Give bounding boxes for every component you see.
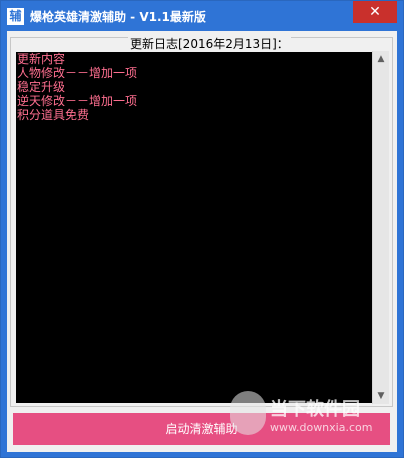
close-icon: ✕ xyxy=(369,4,381,20)
close-button[interactable]: ✕ xyxy=(353,1,397,23)
changelog-line: 人物修改－－增加一项 xyxy=(17,66,138,80)
changelog-line: 更新内容 xyxy=(17,52,66,66)
changelog-line: 积分道具免费 xyxy=(17,108,90,122)
changelog-line: 逆天修改－－增加一项 xyxy=(17,94,138,108)
title-bar[interactable]: 辅 爆枪英雄清激辅助 - V1.1最新版 ✕ xyxy=(1,1,403,31)
scroll-up-icon[interactable]: ▲ xyxy=(373,51,389,67)
app-window: 辅 爆枪英雄清激辅助 - V1.1最新版 ✕ 更新日志[2016年2月13日]：… xyxy=(0,0,404,458)
client-area: 更新日志[2016年2月13日]： 更新内容 人物修改－－增加一项 稳定升级 逆… xyxy=(7,31,397,452)
app-icon: 辅 xyxy=(7,8,24,25)
changelog-textarea[interactable]: 更新内容 人物修改－－增加一项 稳定升级 逆天修改－－增加一项 积分道具免费 xyxy=(16,52,383,403)
scroll-down-icon[interactable]: ▼ xyxy=(373,388,389,404)
changelog-title: 更新日志[2016年2月13日]： xyxy=(128,37,291,51)
window-title: 爆枪英雄清激辅助 - V1.1最新版 xyxy=(30,10,206,24)
start-helper-button[interactable]: 启动清激辅助 xyxy=(13,413,390,445)
changelog-group: 更新日志[2016年2月13日]： 更新内容 人物修改－－增加一项 稳定升级 逆… xyxy=(10,37,393,407)
changelog-line: 稳定升级 xyxy=(17,80,66,94)
vertical-scrollbar[interactable]: ▲ ▼ xyxy=(372,51,389,404)
